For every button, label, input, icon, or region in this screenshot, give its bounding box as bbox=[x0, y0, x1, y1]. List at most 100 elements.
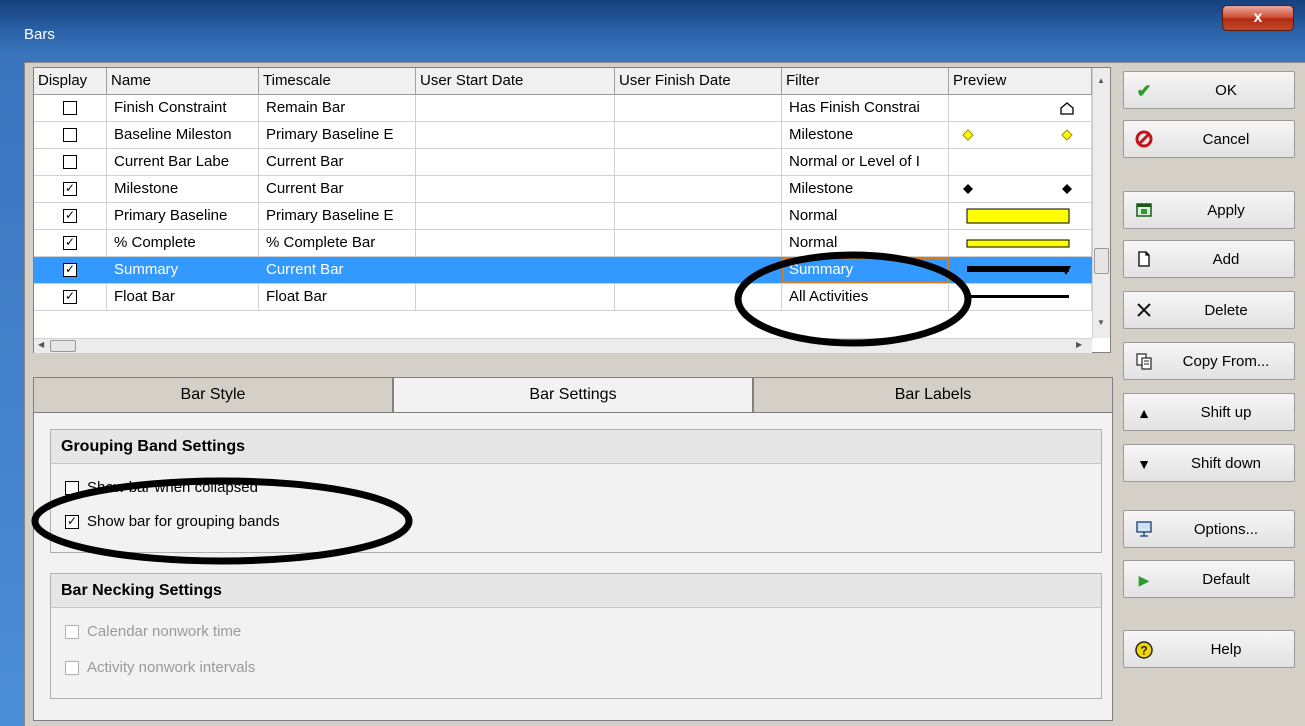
vertical-scrollbar[interactable]: ▲ ▼ bbox=[1092, 68, 1110, 338]
display-checkbox[interactable] bbox=[63, 101, 77, 115]
timescale-cell[interactable]: % Complete Bar bbox=[259, 230, 416, 256]
tab-bar-settings[interactable]: Bar Settings bbox=[393, 377, 753, 413]
show-bar-for-grouping-bands-option[interactable]: ✓ Show bar for grouping bands bbox=[65, 512, 280, 532]
column-header-timescale[interactable]: Timescale bbox=[259, 68, 416, 95]
display-cell[interactable] bbox=[34, 149, 107, 175]
display-checkbox[interactable] bbox=[63, 128, 77, 142]
cancel-button[interactable]: Cancel bbox=[1123, 120, 1295, 158]
user-finish-date-cell[interactable] bbox=[615, 176, 782, 202]
timescale-cell[interactable]: Primary Baseline E bbox=[259, 122, 416, 148]
timescale-cell[interactable]: Remain Bar bbox=[259, 95, 416, 121]
display-cell[interactable]: ✓ bbox=[34, 257, 107, 283]
copy-from-button[interactable]: Copy From... bbox=[1123, 342, 1295, 380]
name-cell[interactable]: Current Bar Labe bbox=[107, 149, 259, 175]
name-cell[interactable]: Milestone bbox=[107, 176, 259, 202]
user-start-date-cell[interactable] bbox=[416, 95, 615, 121]
table-row[interactable]: ✓ % Complete% Complete Bar Normal bbox=[34, 230, 1092, 257]
display-checkbox[interactable]: ✓ bbox=[63, 209, 77, 223]
table-row[interactable]: ✓ Float Bar Float Bar All Activities bbox=[34, 284, 1092, 311]
name-cell[interactable]: Summary bbox=[107, 257, 259, 283]
user-start-date-cell[interactable] bbox=[416, 230, 615, 256]
show-bar-when-collapsed-checkbox[interactable] bbox=[65, 481, 79, 496]
filter-cell[interactable]: Milestone bbox=[782, 122, 949, 148]
horizontal-scroll-thumb[interactable] bbox=[50, 340, 76, 352]
user-start-date-cell[interactable] bbox=[416, 284, 615, 310]
scroll-down-icon[interactable]: ▼ bbox=[1097, 318, 1105, 327]
user-finish-date-cell[interactable] bbox=[615, 95, 782, 121]
delete-button[interactable]: Delete bbox=[1123, 291, 1295, 329]
column-header-display[interactable]: Display bbox=[34, 68, 107, 95]
finish-constraint-marker-preview bbox=[1060, 102, 1074, 115]
display-cell[interactable] bbox=[34, 122, 107, 148]
name-cell[interactable]: % Complete bbox=[107, 230, 259, 256]
user-start-date-cell[interactable] bbox=[416, 203, 615, 229]
tab-bar-labels[interactable]: Bar Labels bbox=[753, 377, 1113, 413]
table-row[interactable]: Current Bar Labe Current Bar Normal or Lev… bbox=[34, 149, 1092, 176]
timescale-cell[interactable]: Current Bar bbox=[259, 257, 416, 283]
add-button[interactable]: Add bbox=[1123, 240, 1295, 278]
filter-cell[interactable]: Has Finish Constrai bbox=[782, 95, 949, 121]
display-cell[interactable]: ✓ bbox=[34, 176, 107, 202]
filter-cell[interactable]: Milestone bbox=[782, 176, 949, 202]
filter-cell[interactable]: Summary bbox=[782, 257, 949, 283]
display-checkbox[interactable] bbox=[63, 155, 77, 169]
close-button[interactable]: x bbox=[1222, 5, 1294, 31]
show-bar-when-collapsed-option[interactable]: Show bar when collapsed bbox=[65, 478, 258, 498]
display-checkbox[interactable]: ✓ bbox=[63, 263, 77, 277]
timescale-cell[interactable]: Float Bar bbox=[259, 284, 416, 310]
ok-button[interactable]: ✔ OK bbox=[1123, 71, 1295, 109]
help-button[interactable]: ? Help bbox=[1123, 630, 1295, 668]
filter-cell[interactable]: Normal bbox=[782, 230, 949, 256]
display-checkbox[interactable]: ✓ bbox=[63, 182, 77, 196]
filter-cell[interactable]: Normal bbox=[782, 203, 949, 229]
column-header-user-start-date[interactable]: User Start Date bbox=[416, 68, 615, 95]
user-finish-date-cell[interactable] bbox=[615, 203, 782, 229]
user-start-date-cell[interactable] bbox=[416, 149, 615, 175]
column-header-filter[interactable]: Filter bbox=[782, 68, 949, 95]
default-button[interactable]: ▶ Default bbox=[1123, 560, 1295, 598]
user-finish-date-cell[interactable] bbox=[615, 257, 782, 283]
table-row[interactable]: Finish Constraint Remain Bar Has Finish Co… bbox=[34, 95, 1092, 122]
title-bar[interactable]: Bars x bbox=[0, 0, 1305, 64]
filter-cell[interactable]: Normal or Level of I bbox=[782, 149, 949, 175]
table-row[interactable]: Baseline Mileston Primary Baseline E Miles… bbox=[34, 122, 1092, 149]
user-finish-date-cell[interactable] bbox=[615, 284, 782, 310]
shift-down-button[interactable]: ▼ Shift down bbox=[1123, 444, 1295, 482]
user-start-date-cell[interactable] bbox=[416, 122, 615, 148]
display-cell[interactable]: ✓ bbox=[34, 284, 107, 310]
table-row[interactable]: ✓ Milestone Current Bar Milestone bbox=[34, 176, 1092, 203]
column-header-name[interactable]: Name bbox=[107, 68, 259, 95]
name-cell[interactable]: Baseline Mileston bbox=[107, 122, 259, 148]
user-finish-date-cell[interactable] bbox=[615, 149, 782, 175]
tab-bar-style[interactable]: Bar Style bbox=[33, 377, 393, 413]
display-cell[interactable]: ✓ bbox=[34, 203, 107, 229]
user-finish-date-cell[interactable] bbox=[615, 122, 782, 148]
name-cell[interactable]: Float Bar bbox=[107, 284, 259, 310]
timescale-cell[interactable]: Current Bar bbox=[259, 149, 416, 175]
table-row[interactable]: ✓ Primary Baseline Primary Baseline E Norma… bbox=[34, 203, 1092, 230]
name-cell[interactable]: Finish Constraint bbox=[107, 95, 259, 121]
display-cell[interactable]: ✓ bbox=[34, 230, 107, 256]
column-header-user-finish-date[interactable]: User Finish Date bbox=[615, 68, 782, 95]
user-finish-date-cell[interactable] bbox=[615, 230, 782, 256]
scroll-up-icon[interactable]: ▲ bbox=[1097, 76, 1105, 85]
scroll-right-icon[interactable]: ▶ bbox=[1076, 340, 1082, 349]
user-start-date-cell[interactable] bbox=[416, 257, 615, 283]
show-bar-for-grouping-bands-checkbox[interactable]: ✓ bbox=[65, 515, 79, 530]
vertical-scroll-thumb[interactable] bbox=[1094, 248, 1109, 274]
column-header-preview[interactable]: Preview bbox=[949, 68, 1092, 95]
display-checkbox[interactable]: ✓ bbox=[63, 236, 77, 250]
filter-cell[interactable]: All Activities bbox=[782, 284, 949, 310]
shift-up-button[interactable]: ▲ Shift up bbox=[1123, 393, 1295, 431]
display-checkbox[interactable]: ✓ bbox=[63, 290, 77, 304]
options-button[interactable]: Options... bbox=[1123, 510, 1295, 548]
timescale-cell[interactable]: Current Bar bbox=[259, 176, 416, 202]
horizontal-scrollbar[interactable]: ◀ ▶ bbox=[34, 338, 1092, 353]
apply-button[interactable]: Apply bbox=[1123, 191, 1295, 229]
scroll-left-icon[interactable]: ◀ bbox=[38, 340, 44, 349]
name-cell[interactable]: Primary Baseline bbox=[107, 203, 259, 229]
user-start-date-cell[interactable] bbox=[416, 176, 615, 202]
display-cell[interactable] bbox=[34, 95, 107, 121]
timescale-cell[interactable]: Primary Baseline E bbox=[259, 203, 416, 229]
table-row[interactable]: ✓ Summary Current Bar Summary bbox=[34, 257, 1092, 284]
